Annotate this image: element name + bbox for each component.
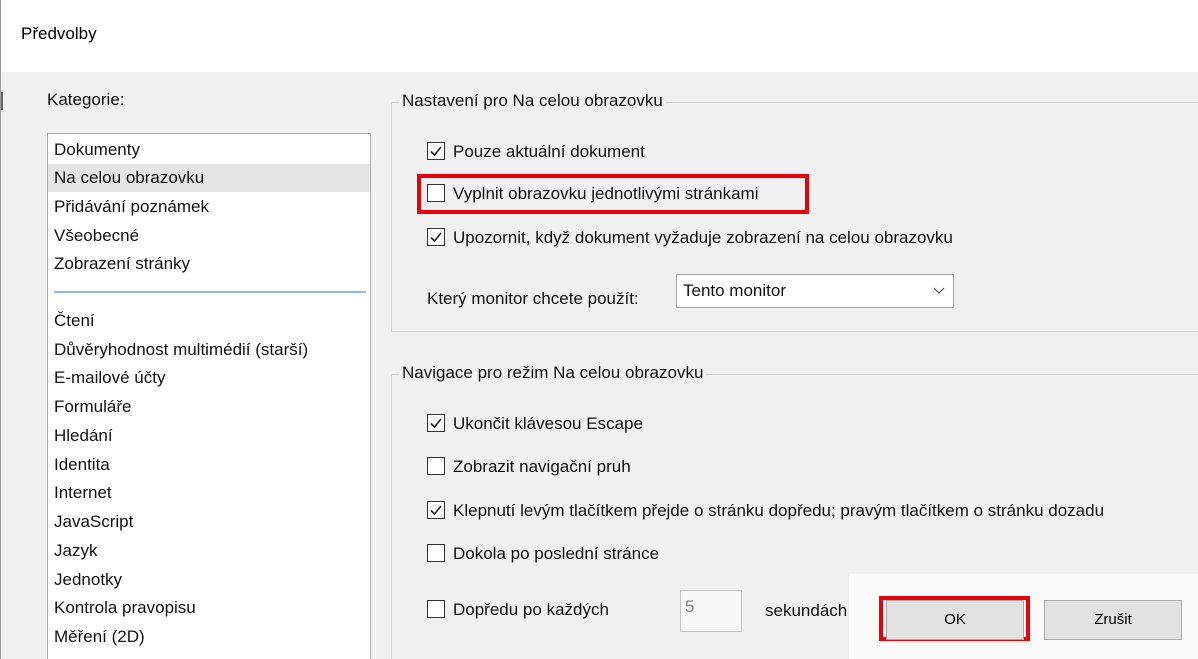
category-item-label: Jazyk	[54, 541, 98, 560]
checkbox-fill-screen-single-pages[interactable]: Vyplnit obrazovku jednotlivými stránkami	[427, 183, 807, 207]
title-bar: Předvolby	[1, 0, 1198, 72]
monitor-select-value: Tento monitor	[683, 281, 786, 300]
monitor-select[interactable]: Tento monitor	[676, 274, 954, 308]
category-item-label: Všeobecné	[54, 226, 140, 245]
checkbox-box[interactable]	[427, 501, 445, 519]
checkbox-box[interactable]	[427, 228, 445, 246]
category-item-label: Kontrola pravopisu	[54, 598, 196, 617]
interval-seconds-value: 5	[685, 597, 695, 616]
category-item-identita[interactable]: Identita	[48, 451, 370, 479]
category-item-label: Čtení	[54, 311, 95, 330]
ok-button[interactable]: OK	[886, 600, 1024, 640]
category-item-jazyk[interactable]: Jazyk	[48, 537, 370, 565]
category-item-label: Dokumenty	[54, 140, 140, 159]
category-separator	[54, 291, 366, 293]
category-item-internet[interactable]: Internet	[48, 479, 370, 507]
interval-unit-label: sekundách	[765, 601, 848, 620]
checkbox-box[interactable]	[427, 142, 445, 160]
checkbox-label: Ukončit klávesou Escape	[453, 414, 643, 433]
checkmark-icon	[430, 232, 442, 243]
category-item-kontrola-pravopisu[interactable]: Kontrola pravopisu	[48, 594, 370, 622]
category-item-formulare[interactable]: Formuláře	[48, 393, 370, 421]
window-edge-mark	[1, 92, 3, 110]
checkbox-label: Dokola po poslední stránce	[453, 544, 660, 563]
checkmark-icon	[430, 418, 442, 429]
checkbox-label: Upozornit, když dokument vyžaduje zobraz…	[453, 228, 953, 247]
category-item-jednotky[interactable]: Jednotky	[48, 566, 370, 594]
category-item-label: Zobrazení stránky	[54, 254, 191, 273]
checkmark-icon	[430, 505, 442, 516]
category-item-hledani[interactable]: Hledání	[48, 422, 370, 450]
categories-label: Kategorie:	[47, 90, 125, 109]
fullscreen-settings-title: Nastavení pro Na celou obrazovku	[399, 91, 666, 111]
category-item-label: Na celou obrazovku	[54, 168, 205, 187]
category-item-label: JavaScript	[54, 512, 134, 531]
category-item-javascript[interactable]: JavaScript	[48, 508, 370, 536]
chevron-down-icon	[933, 287, 945, 294]
checkbox-box[interactable]	[427, 600, 445, 618]
category-item-label: Přidávání poznámek	[54, 197, 209, 216]
cancel-button[interactable]: Zrušit	[1044, 600, 1182, 640]
category-item-label: Internet	[54, 483, 112, 502]
category-item-duveryhodnost[interactable]: Důvěryhodnost multimédií (starší)	[48, 336, 370, 364]
checkbox-exit-on-escape[interactable]: Ukončit klávesou Escape	[427, 413, 727, 437]
checkbox-label: Zobrazit navigační pruh	[453, 457, 631, 476]
checkbox-click-to-navigate[interactable]: Klepnutí levým tlačítkem přejde o stránk…	[427, 500, 1187, 524]
category-item-dokumenty[interactable]: Dokumenty	[48, 136, 370, 164]
checkbox-alert-fullscreen-required[interactable]: Upozornit, když dokument vyžaduje zobraz…	[427, 227, 1067, 251]
checkbox-current-document-only[interactable]: Pouze aktuální dokument	[427, 141, 827, 165]
checkbox-label: Klepnutí levým tlačítkem přejde o stránk…	[453, 501, 1105, 520]
checkbox-label: Dopředu po každých	[453, 600, 609, 619]
category-item-label: Identita	[54, 455, 110, 474]
window-title: Předvolby	[21, 24, 97, 43]
category-item-pridavani-poznamek[interactable]: Přidávání poznámek	[48, 193, 370, 221]
category-item-label: E-mailové účty	[54, 368, 166, 387]
category-item-label: Měření (2D)	[54, 627, 145, 646]
checkbox-show-navigation-bar[interactable]: Zobrazit navigační pruh	[427, 456, 727, 480]
checkbox-box[interactable]	[427, 544, 445, 562]
category-list[interactable]: Dokumenty Na celou obrazovku Přidávání p…	[47, 133, 371, 659]
category-item-zobrazeni-stranky[interactable]: Zobrazení stránky	[48, 250, 370, 278]
checkbox-label: Vyplnit obrazovku jednotlivými stránkami	[453, 184, 759, 203]
category-item-label: Hledání	[54, 426, 113, 445]
category-item-label: Formuláře	[54, 397, 132, 416]
checkbox-box[interactable]	[427, 184, 445, 202]
category-item-label: Důvěryhodnost multimédií (starší)	[54, 340, 309, 359]
checkbox-box[interactable]	[427, 457, 445, 475]
category-item-label: Jednotky	[54, 570, 123, 589]
checkmark-icon	[430, 146, 442, 157]
category-item-mereni-2d[interactable]: Měření (2D)	[48, 623, 370, 651]
interval-seconds-input[interactable]: 5	[680, 590, 742, 632]
category-item-emailove-ucty[interactable]: E-mailové účty	[48, 364, 370, 392]
checkbox-loop-after-last-page[interactable]: Dokola po poslední stránce	[427, 543, 727, 567]
navigation-title: Navigace pro režim Na celou obrazovku	[399, 363, 707, 383]
monitor-label: Který monitor chcete použít:	[427, 289, 639, 308]
category-item-na-celou-obrazovku[interactable]: Na celou obrazovku	[48, 164, 370, 192]
checkbox-box[interactable]	[427, 414, 445, 432]
checkbox-label: Pouze aktuální dokument	[453, 142, 645, 161]
checkbox-advance-every[interactable]: Dopředu po každých	[427, 599, 657, 623]
preferences-dialog: Předvolby Kategorie: Dokumenty Na celou …	[0, 0, 1198, 659]
category-item-vseobecne[interactable]: Všeobecné	[48, 222, 370, 250]
category-item-cteni[interactable]: Čtení	[48, 307, 370, 335]
